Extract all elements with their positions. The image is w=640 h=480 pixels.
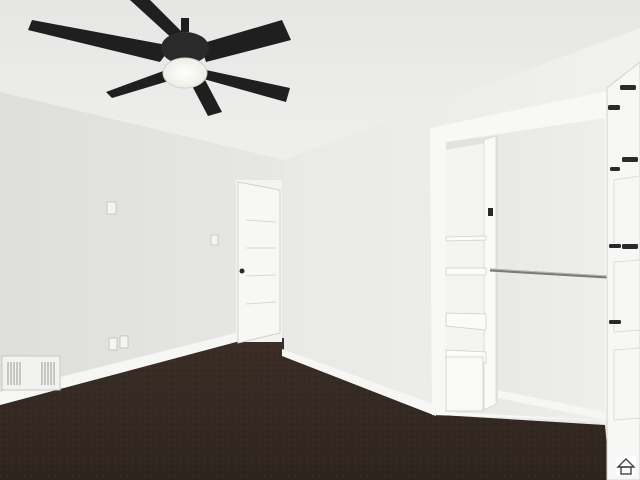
light-switch bbox=[210, 234, 219, 246]
wall-outlet-2 bbox=[119, 335, 129, 349]
room-photo bbox=[0, 0, 640, 480]
fan-light-fixture bbox=[162, 57, 208, 89]
wall-outlet-1 bbox=[108, 337, 118, 351]
closet-bifold-door bbox=[606, 61, 640, 480]
interior-door bbox=[237, 181, 281, 344]
shelving-bottom-drawer bbox=[445, 356, 484, 412]
shelf-bracket bbox=[488, 208, 493, 216]
fan-downrod bbox=[181, 18, 189, 32]
thermostat-plate bbox=[106, 201, 117, 215]
house-icon bbox=[616, 456, 636, 476]
door-knob bbox=[239, 268, 245, 274]
room-illustration bbox=[0, 0, 640, 480]
